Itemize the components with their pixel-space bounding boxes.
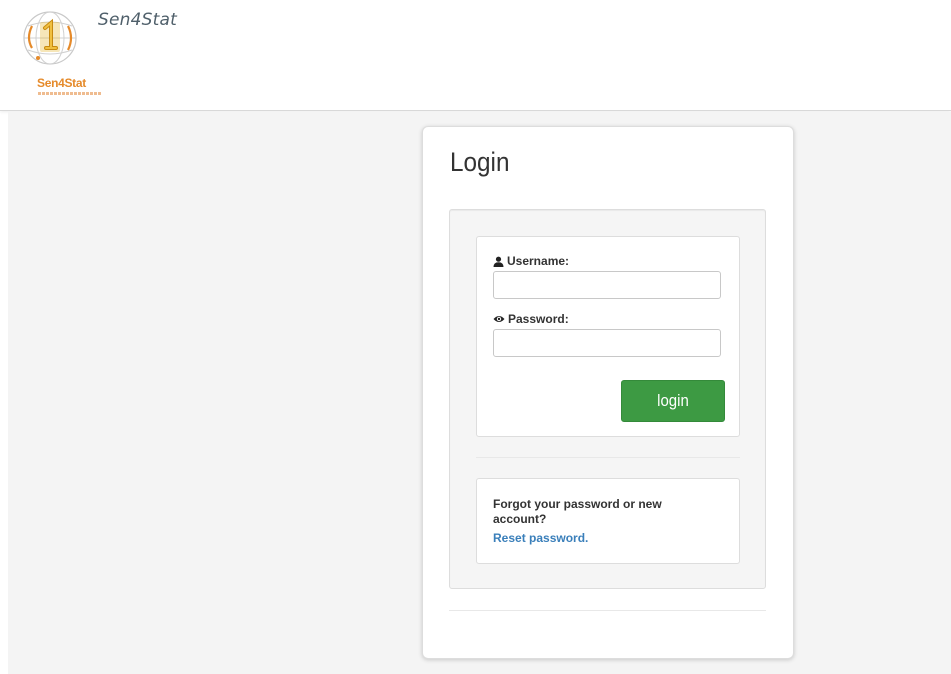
card-bottom-divider [449, 610, 766, 611]
password-label-text: Password: [508, 312, 569, 326]
password-help-panel: Forgot your password or new account? Res… [476, 478, 740, 564]
page-title: Login [450, 147, 510, 177]
app-title: Sen4Stat [98, 10, 177, 30]
reset-password-link[interactable]: Reset password. [493, 531, 588, 545]
username-input[interactable] [493, 271, 721, 299]
password-input[interactable] [493, 329, 721, 357]
globe-with-1-emblem-icon [23, 11, 77, 65]
eye-icon [493, 316, 505, 322]
login-button[interactable]: login [621, 380, 725, 422]
user-icon [493, 256, 504, 267]
login-card: Login Username: Password: login Forgot y… [422, 126, 794, 659]
forgot-password-text: Forgot your password or new account? [493, 497, 662, 526]
section-divider [476, 457, 740, 458]
username-label-text: Username: [507, 254, 570, 268]
username-label: Username: [493, 254, 569, 268]
login-well: Username: Password: login Forgot your pa… [449, 209, 766, 589]
logo-tagline [38, 92, 102, 95]
top-header: Sen4Stat Sen4Stat [0, 0, 951, 111]
login-form-panel: Username: Password: login [476, 236, 740, 437]
sen4stat-logo[interactable]: Sen4Stat [18, 8, 102, 95]
logo-wordmark: Sen4Stat [37, 76, 86, 90]
login-button-label: login [657, 391, 689, 410]
password-label: Password: [493, 312, 569, 326]
